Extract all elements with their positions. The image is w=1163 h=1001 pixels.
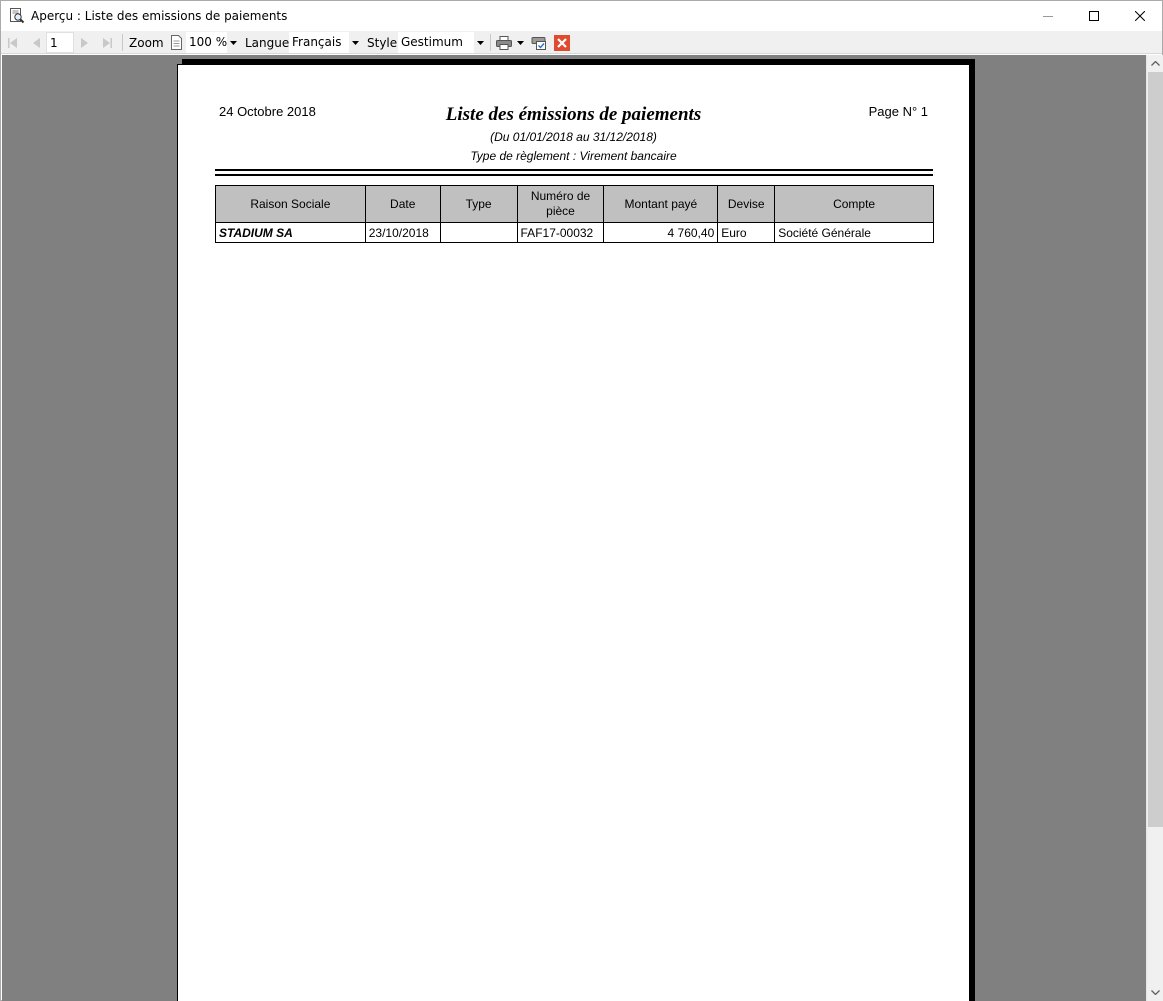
table-header-row: Raison Sociale Date Type Numéro de pièce… — [215, 185, 934, 223]
scroll-down-button[interactable] — [1147, 984, 1163, 1001]
table-row: STADIUM SA 23/10/2018 FAF17-00032 4 760,… — [215, 222, 934, 243]
column-header-numero-piece: Numéro de pièce — [516, 185, 605, 223]
close-icon — [1135, 11, 1145, 21]
print-options-dropdown[interactable] — [517, 31, 524, 54]
chevron-down-icon — [517, 40, 524, 45]
page-number-input[interactable]: 1 — [46, 32, 74, 53]
print-button[interactable] — [496, 31, 512, 54]
vertical-scrollbar[interactable] — [1146, 55, 1163, 1001]
window-title: Aperçu : Liste des emissions de paiement… — [31, 9, 288, 23]
chevron-up-icon — [1151, 61, 1160, 66]
scroll-thumb[interactable] — [1148, 72, 1163, 827]
next-page-icon — [81, 37, 88, 48]
column-header-compte: Compte — [774, 185, 934, 223]
print-setup-button[interactable] — [531, 31, 547, 54]
cell-raison-sociale: STADIUM SA — [215, 222, 366, 243]
chevron-down-icon — [351, 40, 359, 45]
cell-devise: Euro — [717, 222, 776, 243]
report-page-number: Page N° 1 — [868, 104, 928, 119]
chevron-down-icon — [1151, 990, 1160, 995]
header-rule-bottom — [215, 174, 933, 176]
print-setup-icon — [531, 37, 546, 50]
column-header-raison-sociale: Raison Sociale — [215, 185, 366, 223]
scroll-up-button[interactable] — [1147, 55, 1163, 72]
previous-page-button[interactable] — [31, 31, 43, 54]
minimize-button[interactable] — [1025, 1, 1071, 31]
close-preview-button[interactable] — [554, 31, 570, 54]
minimize-icon — [1043, 16, 1053, 17]
cell-compte: Société Générale — [774, 222, 934, 243]
first-page-icon — [8, 37, 17, 48]
column-header-type: Type — [439, 185, 518, 223]
page-view-button[interactable] — [170, 31, 183, 54]
first-page-button[interactable] — [7, 31, 19, 54]
page-view-icon — [171, 35, 182, 50]
maximize-button[interactable] — [1071, 1, 1117, 31]
style-label: Style — [367, 35, 398, 50]
cell-date: 23/10/2018 — [364, 222, 441, 243]
report-period: (Du 01/01/2018 au 31/12/2018) — [490, 130, 657, 144]
payments-table: Raison Sociale Date Type Numéro de pièce… — [215, 185, 934, 243]
previous-page-icon — [33, 37, 40, 48]
header-rule-top — [215, 169, 933, 171]
title-bar: Aperçu : Liste des emissions de paiement… — [1, 1, 1162, 31]
toolbar-separator — [122, 34, 123, 51]
preview-magnifier-icon — [9, 8, 25, 24]
maximize-icon — [1089, 11, 1099, 21]
style-dropdown-button[interactable] — [474, 32, 486, 53]
report-title: Liste des émissions de paiements — [445, 104, 702, 125]
language-select[interactable]: Français — [289, 32, 349, 53]
chevron-down-icon — [229, 40, 237, 45]
language-dropdown-button[interactable] — [349, 32, 361, 53]
style-select[interactable]: Gestimum — [398, 32, 474, 53]
report-payment-type: Type de règlement : Virement bancaire — [470, 149, 677, 163]
preview-viewport[interactable]: 24 Octobre 2018 Liste des émissions de p… — [2, 55, 1146, 1001]
printer-icon — [496, 35, 512, 50]
chevron-down-icon — [476, 40, 484, 45]
language-label: Langue — [245, 35, 290, 50]
cell-montant-paye: 4 760,40 — [603, 222, 719, 243]
zoom-dropdown-button[interactable] — [227, 32, 239, 53]
column-header-montant-paye: Montant payé — [603, 185, 719, 223]
report-page: 24 Octobre 2018 Liste des émissions de p… — [177, 64, 970, 1001]
close-red-icon — [554, 34, 570, 51]
close-window-button[interactable] — [1117, 1, 1163, 31]
cell-numero-piece: FAF17-00032 — [516, 222, 605, 243]
toolbar-separator — [490, 34, 491, 51]
cell-type — [439, 222, 518, 243]
zoom-label: Zoom — [129, 35, 164, 50]
column-header-devise: Devise — [717, 185, 776, 223]
next-page-button[interactable] — [78, 31, 90, 54]
preview-toolbar: 1 Zoom 100 % Langue Français Style Gesti… — [1, 31, 1162, 54]
column-header-date: Date — [364, 185, 441, 223]
preview-window: Aperçu : Liste des emissions de paiement… — [0, 0, 1163, 1001]
zoom-select[interactable]: 100 % — [186, 32, 227, 53]
last-page-icon — [103, 37, 112, 48]
last-page-button[interactable] — [101, 31, 113, 54]
